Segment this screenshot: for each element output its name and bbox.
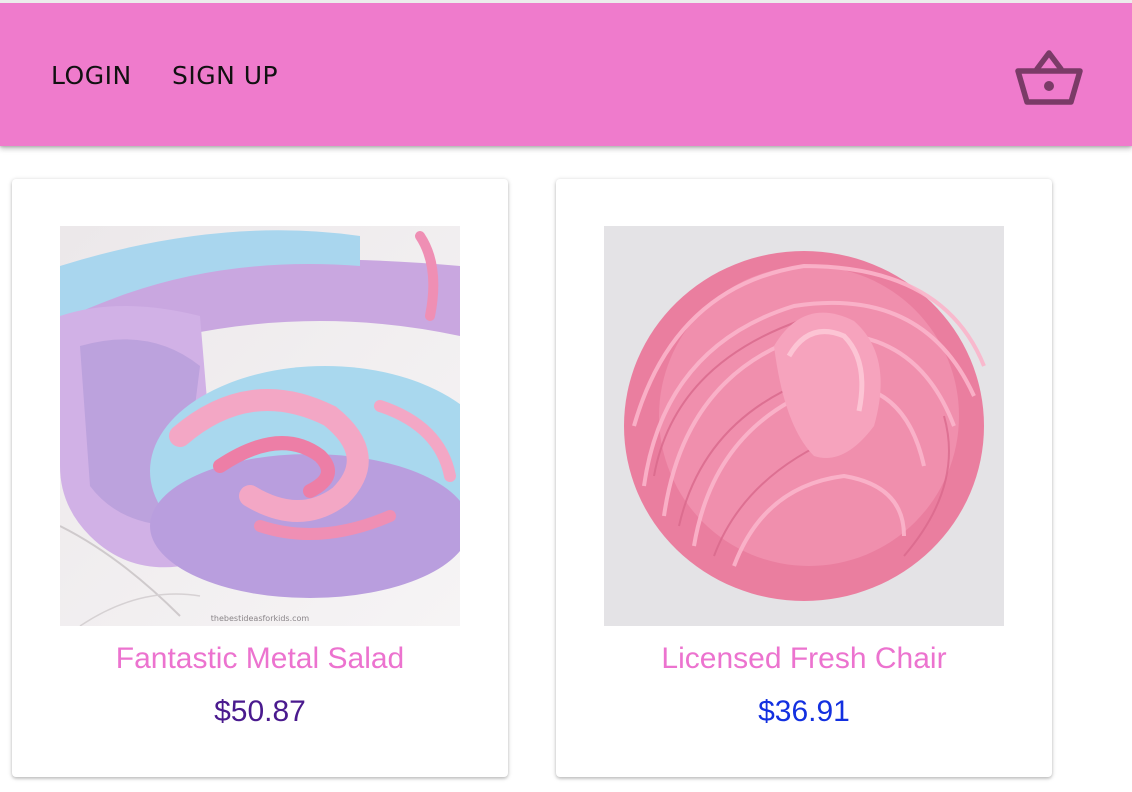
product-price: $50.87 <box>214 695 306 728</box>
product-name[interactable]: Fantastic Metal Salad <box>12 641 508 677</box>
login-button[interactable]: LOGIN <box>51 61 132 91</box>
product-price: $36.91 <box>758 695 850 728</box>
shopping-basket-icon[interactable] <box>1014 47 1084 109</box>
app-bar: LOGIN SIGN UP <box>0 0 1132 146</box>
product-name[interactable]: Licensed Fresh Chair <box>556 641 1052 677</box>
product-card[interactable]: thebestideasforkids.com Fantastic Metal … <box>12 179 508 777</box>
signup-button[interactable]: SIGN UP <box>172 61 278 91</box>
watermark-text: thebestideasforkids.com <box>211 614 310 623</box>
product-card[interactable]: Licensed Fresh Chair $36.91 <box>556 179 1052 777</box>
product-image[interactable] <box>604 226 1004 626</box>
product-image[interactable]: thebestideasforkids.com <box>60 226 460 626</box>
